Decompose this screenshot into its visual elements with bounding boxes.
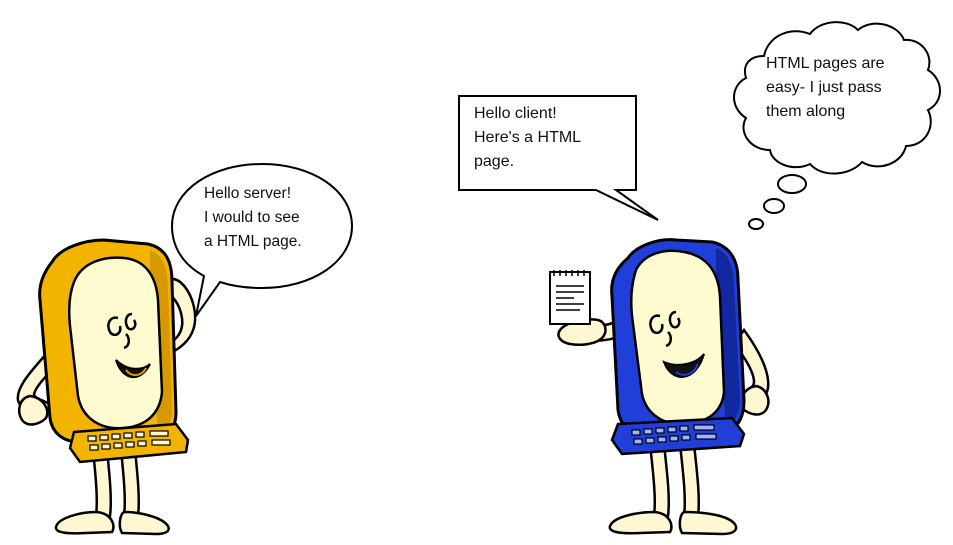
server-speech-text: Hello client! Here's a HTML page. <box>474 102 581 174</box>
client-screen <box>67 256 164 430</box>
client-speech-line: Hello server! <box>204 185 291 202</box>
server-speech-line: Here's a HTML <box>474 129 582 146</box>
thought-dot-small <box>748 218 764 230</box>
server-screen <box>629 249 726 426</box>
client-speech-text: Hello server! I would to see a HTML page… <box>204 182 302 254</box>
server-left-foot <box>608 510 673 535</box>
client-left-foot <box>54 510 115 535</box>
client-speech-line: a HTML page. <box>204 233 302 250</box>
thought-dot-large <box>777 174 807 194</box>
thought-dot-medium <box>763 198 785 214</box>
server-thought-line: them along <box>766 103 846 120</box>
server-speech-line: page. <box>474 153 515 170</box>
client-speech-line: I would to see <box>204 209 300 226</box>
server-thought-line: HTML pages are <box>766 55 885 72</box>
client-right-foot <box>118 510 170 536</box>
server-thought-text: HTML pages are easy- I just pass them al… <box>766 52 885 124</box>
server-left-leg <box>648 442 671 518</box>
server-thought-line: easy- I just pass <box>766 79 882 96</box>
server-speech-line: Hello client! <box>474 105 557 122</box>
server-right-foot <box>678 510 738 536</box>
server-right-leg <box>678 442 701 518</box>
client-character <box>16 238 197 536</box>
notepad-page-icon <box>549 270 591 325</box>
